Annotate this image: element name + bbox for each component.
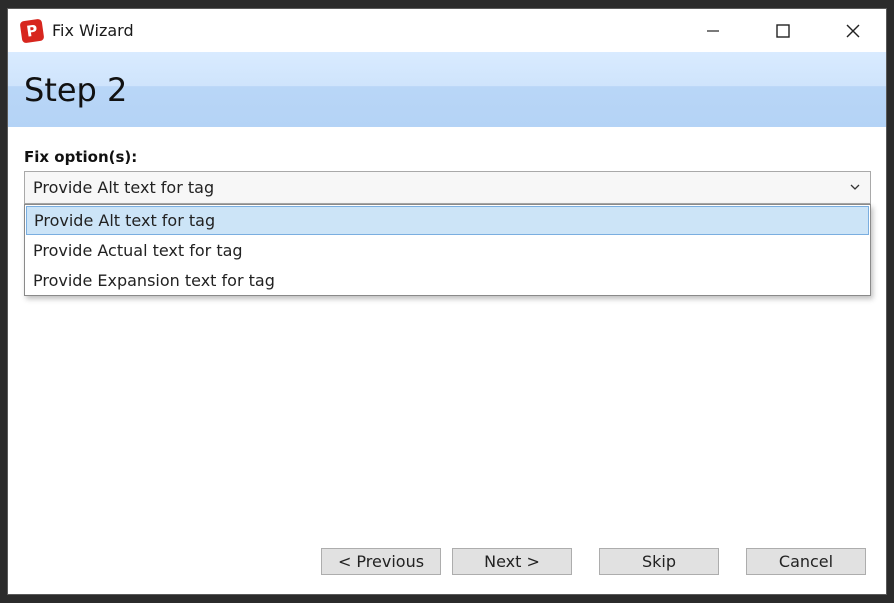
window-title: Fix Wizard	[52, 21, 134, 40]
close-button[interactable]	[818, 9, 886, 52]
maximize-icon	[776, 23, 790, 38]
fix-options-label: Fix option(s):	[24, 148, 138, 166]
step-title: Step 2	[24, 71, 128, 109]
chevron-down-icon[interactable]	[848, 180, 862, 194]
dropdown-option-alt-text[interactable]: Provide Alt text for tag	[26, 206, 869, 235]
app-logo-icon: P	[19, 18, 45, 43]
minimize-icon	[707, 29, 719, 32]
minimize-button[interactable]	[678, 9, 748, 52]
cancel-button[interactable]: Cancel	[746, 548, 866, 575]
dropdown-option-expansion-text[interactable]: Provide Expansion text for tag	[26, 266, 869, 295]
combobox-selected-value: Provide Alt text for tag	[33, 178, 215, 197]
dropdown-option-actual-text[interactable]: Provide Actual text for tag	[26, 236, 869, 265]
next-button[interactable]: Next >	[452, 548, 572, 575]
title-bar: P Fix Wizard	[8, 9, 886, 52]
header-band	[8, 52, 886, 127]
fix-options-dropdown-list: Provide Alt text for tag Provide Actual …	[24, 204, 871, 296]
previous-button[interactable]: < Previous	[321, 548, 441, 575]
fix-wizard-window: P Fix Wizard Step 2 Fix option(s): Provi…	[7, 8, 887, 595]
close-icon	[846, 24, 860, 37]
fix-options-combobox[interactable]: Provide Alt text for tag	[24, 171, 871, 204]
skip-button[interactable]: Skip	[599, 548, 719, 575]
maximize-button[interactable]	[748, 9, 818, 52]
